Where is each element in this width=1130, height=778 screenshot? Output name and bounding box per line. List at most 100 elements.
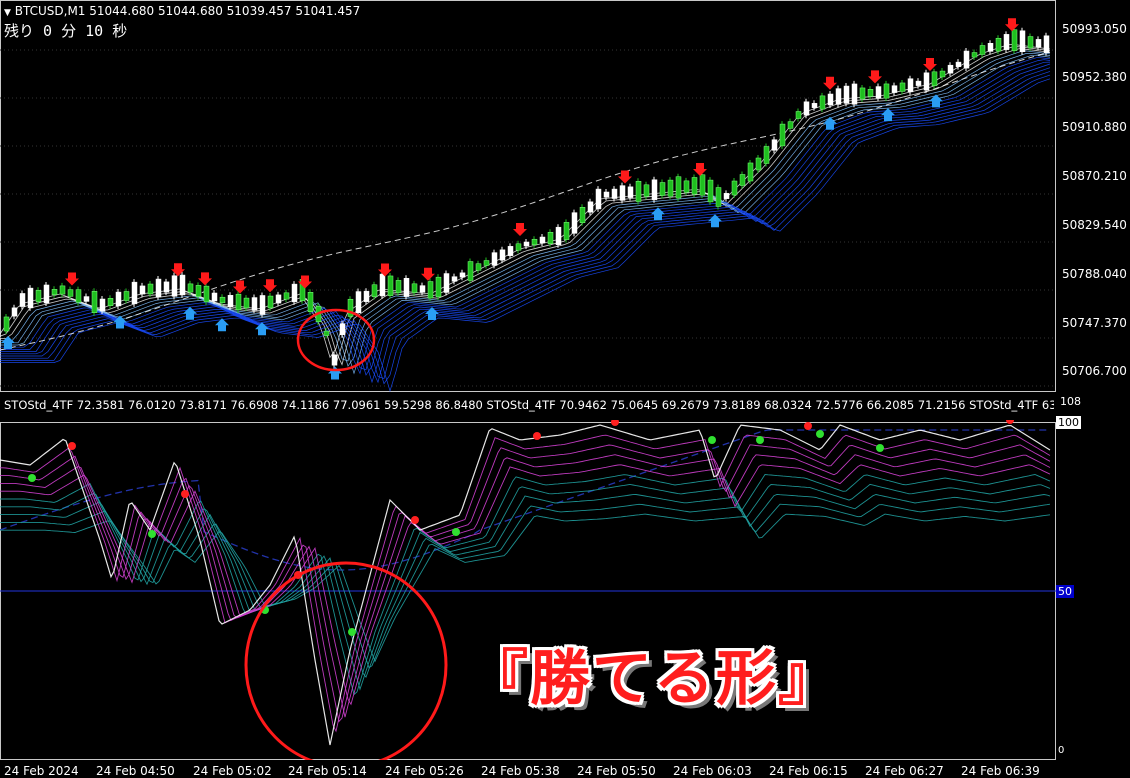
candle-body: [43, 284, 50, 304]
candle-body: [547, 232, 554, 244]
collapse-triangle-icon[interactable]: ▼: [4, 8, 11, 18]
candle-body: [371, 284, 378, 297]
candle-body: [627, 186, 634, 198]
down-arrow-icon: [263, 279, 277, 293]
candle-body: [507, 246, 514, 256]
lower-band-line: [0, 51, 1051, 351]
candle-body: [27, 287, 34, 309]
down-arrow-icon: [823, 76, 837, 90]
candle-body: [1035, 39, 1042, 48]
candle-body: [435, 276, 442, 298]
candle-body: [467, 261, 474, 281]
up-arrow-icon: [929, 94, 943, 108]
candle-body: [11, 307, 18, 317]
candle-body: [611, 188, 618, 199]
down-arrow-icon: [693, 163, 707, 176]
time-axis-label: 24 Feb 05:02: [193, 764, 272, 778]
candle-body: [795, 111, 802, 119]
candle-body: [771, 139, 778, 151]
ma-ribbon-line: [0, 59, 1051, 371]
green-signal-dot: [348, 628, 356, 636]
candle-body: [331, 354, 338, 366]
candle-body: [859, 87, 866, 100]
candle-body: [787, 121, 794, 129]
symbol-header: ▼ BTCUSD,M1 51044.680 51044.680 51039.45…: [4, 4, 360, 18]
down-arrow-icon: [618, 170, 632, 184]
candle-body: [219, 296, 226, 304]
candle-body: [619, 185, 626, 201]
candle-body: [243, 297, 250, 309]
candle-body: [635, 180, 642, 202]
price-axis-label: 50870.210: [1062, 169, 1127, 183]
candle-body: [51, 289, 58, 295]
price-chart-svg: [0, 18, 1056, 392]
time-axis-label: 24 Feb 06:03: [673, 764, 752, 778]
candle-body: [139, 285, 146, 295]
candle-body: [323, 330, 330, 336]
green-signal-dot: [452, 528, 460, 536]
candle-body: [755, 157, 762, 171]
candle-body: [427, 281, 434, 299]
candle-body: [803, 101, 810, 116]
candle-body: [115, 291, 122, 307]
candle-body: [19, 293, 26, 307]
candle-body: [1043, 35, 1050, 54]
candle-body: [811, 103, 818, 108]
candle-body: [1027, 36, 1034, 49]
candle-body: [819, 95, 826, 110]
candle-body: [187, 283, 194, 293]
candle-body: [283, 292, 290, 300]
ma-ribbon-line: [0, 71, 1051, 380]
candle-body: [1011, 29, 1018, 52]
candle-body: [947, 64, 954, 74]
candle-body: [403, 278, 410, 297]
candle-body: [259, 295, 266, 315]
candle-body: [411, 283, 418, 293]
candle-body: [363, 290, 370, 302]
green-signal-dot: [708, 436, 716, 444]
candle-body: [99, 298, 106, 312]
candle-body: [971, 52, 978, 58]
down-arrow-icon: [923, 58, 937, 71]
down-arrow-icon: [233, 280, 247, 294]
candle-body: [459, 272, 466, 278]
up-arrow-icon: [328, 366, 342, 380]
candle-body: [75, 289, 82, 303]
candle-body: [107, 298, 114, 306]
candle-body: [963, 50, 970, 69]
red-signal-dot: [611, 420, 619, 426]
red-signal-dot: [1006, 420, 1014, 424]
indicator-level-0: 0: [1058, 745, 1065, 756]
candle-body: [747, 162, 754, 182]
candle-body: [499, 249, 506, 261]
candle-body: [707, 179, 714, 203]
candle-body: [987, 42, 994, 52]
candle-body: [595, 188, 602, 210]
candle-body: [827, 93, 834, 106]
candle-body: [675, 176, 682, 199]
candle-body: [483, 260, 490, 266]
indicator-level-108: 108: [1060, 395, 1081, 408]
candle-body: [531, 238, 538, 246]
indicator-level-100: 100: [1056, 416, 1081, 429]
candle-body: [267, 295, 274, 309]
candle-body: [587, 201, 594, 213]
price-axis-label: 50706.700: [1062, 364, 1127, 378]
candle-body: [275, 294, 282, 304]
candle-body: [923, 72, 930, 91]
candle-body: [227, 295, 234, 307]
candle-body: [395, 280, 402, 294]
candle-body: [1019, 30, 1026, 53]
candle-body: [835, 88, 842, 105]
countdown-timer: 残り 0 分 10 秒: [4, 22, 128, 40]
candle-body: [451, 276, 458, 282]
candle-body: [995, 37, 1002, 52]
candle-body: [179, 274, 186, 296]
candle-body: [379, 273, 386, 297]
time-axis-label: 24 Feb 06:15: [769, 764, 848, 778]
candle-body: [195, 285, 202, 297]
candle-body: [491, 252, 498, 266]
time-axis-label: 24 Feb 06:39: [961, 764, 1040, 778]
candle-body: [907, 78, 914, 93]
candle-body: [899, 82, 906, 92]
